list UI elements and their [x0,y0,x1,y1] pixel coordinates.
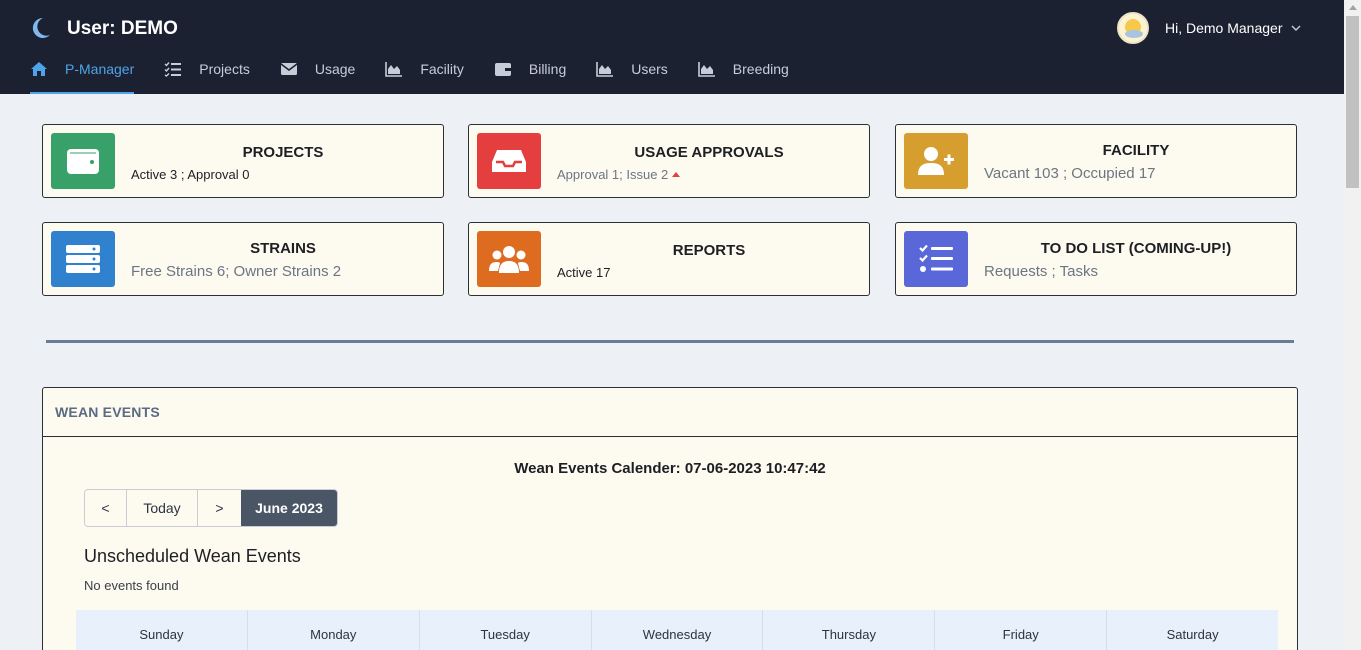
weekday-wednesday: Wednesday [592,610,764,650]
reports-tile [477,231,541,287]
tab-label: Facility [420,61,464,77]
panel-header: WEAN EVENTS [43,388,1297,437]
envelope-icon [280,63,298,75]
reports-subtitle: Active 17 [557,265,611,280]
scroll-up-arrow-icon[interactable] [1349,5,1357,10]
usage-title: USAGE APPROVALS [634,144,784,161]
tab-p-manager[interactable]: P-Manager [30,56,135,94]
projects-title: PROJECTS [242,144,324,161]
wallet-icon [494,63,511,76]
month-button[interactable]: June 2023 [241,490,337,526]
avatar[interactable] [1117,12,1149,44]
facility-title: FACILITY [1102,142,1170,159]
todo-card[interactable]: TO DO LIST (COMING-UP!) Requests ; Tasks [895,222,1297,296]
top-navbar: User: DEMO Hi, Demo Manager P-Manager Pr… [0,0,1344,94]
tab-breeding[interactable]: Breeding [697,56,789,94]
wean-events-panel: WEAN EVENTS Wean Events Calender: 07-06-… [42,387,1298,650]
tab-label: Projects [199,61,250,77]
unscheduled-title: Unscheduled Wean Events [84,546,301,566]
weekday-thursday: Thursday [763,610,936,650]
tab-users[interactable]: Users [596,56,668,94]
strains-title: STRAINS [250,240,316,257]
tab-label: Usage [314,61,356,77]
checklist-icon [164,62,182,77]
wallet-icon [67,149,99,174]
tab-label: Users [631,61,668,77]
inbox-icon [492,150,526,172]
moon-icon [32,17,50,38]
area-chart-icon [697,62,715,77]
home-icon [31,62,47,76]
caret-up-icon [672,172,681,177]
scrollbar[interactable] [1344,0,1361,650]
user-greeting[interactable]: Hi, Demo Manager [1165,20,1283,36]
todo-tile [904,231,968,287]
area-chart-icon [596,62,614,77]
tab-facility[interactable]: Facility [385,56,464,94]
weather-avatar-icon [1125,19,1143,38]
weekday-tuesday: Tuesday [420,610,592,650]
panel-title: WEAN EVENTS [55,404,160,420]
usage-tile [477,133,541,189]
tab-label: Billing [528,61,567,77]
weekday-monday: Monday [248,610,420,650]
chevron-down-icon[interactable] [1291,23,1301,33]
projects-card[interactable]: PROJECTS Active 3 ; Approval 0 [42,124,444,198]
section-divider [46,340,1294,343]
usage-subtitle-wrap: Approval 1; Issue 2 [557,167,681,182]
page-title: User: DEMO [67,18,178,39]
tab-label: P-Manager [65,61,135,77]
area-chart-icon [385,62,403,77]
facility-tile [904,133,968,189]
no-events-text: No events found [84,578,179,593]
next-button[interactable]: > [198,490,241,526]
todo-title: TO DO LIST (COMING-UP!) [1040,240,1232,257]
scrollbar-thumb[interactable] [1346,16,1359,188]
usage-subtitle: Approval 1; Issue 2 [557,167,669,182]
prev-button[interactable]: < [85,490,127,526]
strains-card[interactable]: STRAINS Free Strains 6; Owner Strains 2 [42,222,444,296]
tab-projects[interactable]: Projects [164,56,250,94]
usage-approvals-card[interactable]: USAGE APPROVALS Approval 1; Issue 2 [468,124,870,198]
weekday-saturday: Saturday [1166,627,1219,642]
today-button[interactable]: Today [127,490,198,526]
user-menu[interactable]: Hi, Demo Manager [1117,12,1301,44]
strains-subtitle: Free Strains 6; Owner Strains 2 [131,263,342,280]
facility-subtitle: Vacant 103 ; Occupied 17 [984,165,1156,182]
calendar-nav: < Today > June 2023 [84,489,338,527]
weekday-sunday: Sunday [76,610,248,650]
todo-subtitle: Requests ; Tasks [984,263,1098,280]
weekday-friday: Friday [935,610,1108,650]
projects-tile [51,133,115,189]
strains-tile [51,231,115,287]
tab-label: Breeding [732,61,789,77]
reports-card[interactable]: REPORTS Active 17 [468,222,870,296]
main-nav: P-Manager Projects Usage Facility Billin… [30,56,819,94]
task-list-icon [919,244,953,272]
projects-subtitle: Active 3 ; Approval 0 [131,167,250,182]
tab-usage[interactable]: Usage [280,56,355,94]
facility-card[interactable]: FACILITY Vacant 103 ; Occupied 17 [895,124,1297,198]
server-icon [66,245,100,273]
users-icon [489,246,529,273]
reports-title: REPORTS [672,242,746,259]
calendar-heading: Wean Events Calender: 07-06-2023 10:47:4… [514,460,826,477]
calendar-weekday-header: Sunday Monday Tuesday Wednesday Thursday… [76,610,1278,650]
add-user-icon [918,147,954,175]
tab-billing[interactable]: Billing [494,56,566,94]
